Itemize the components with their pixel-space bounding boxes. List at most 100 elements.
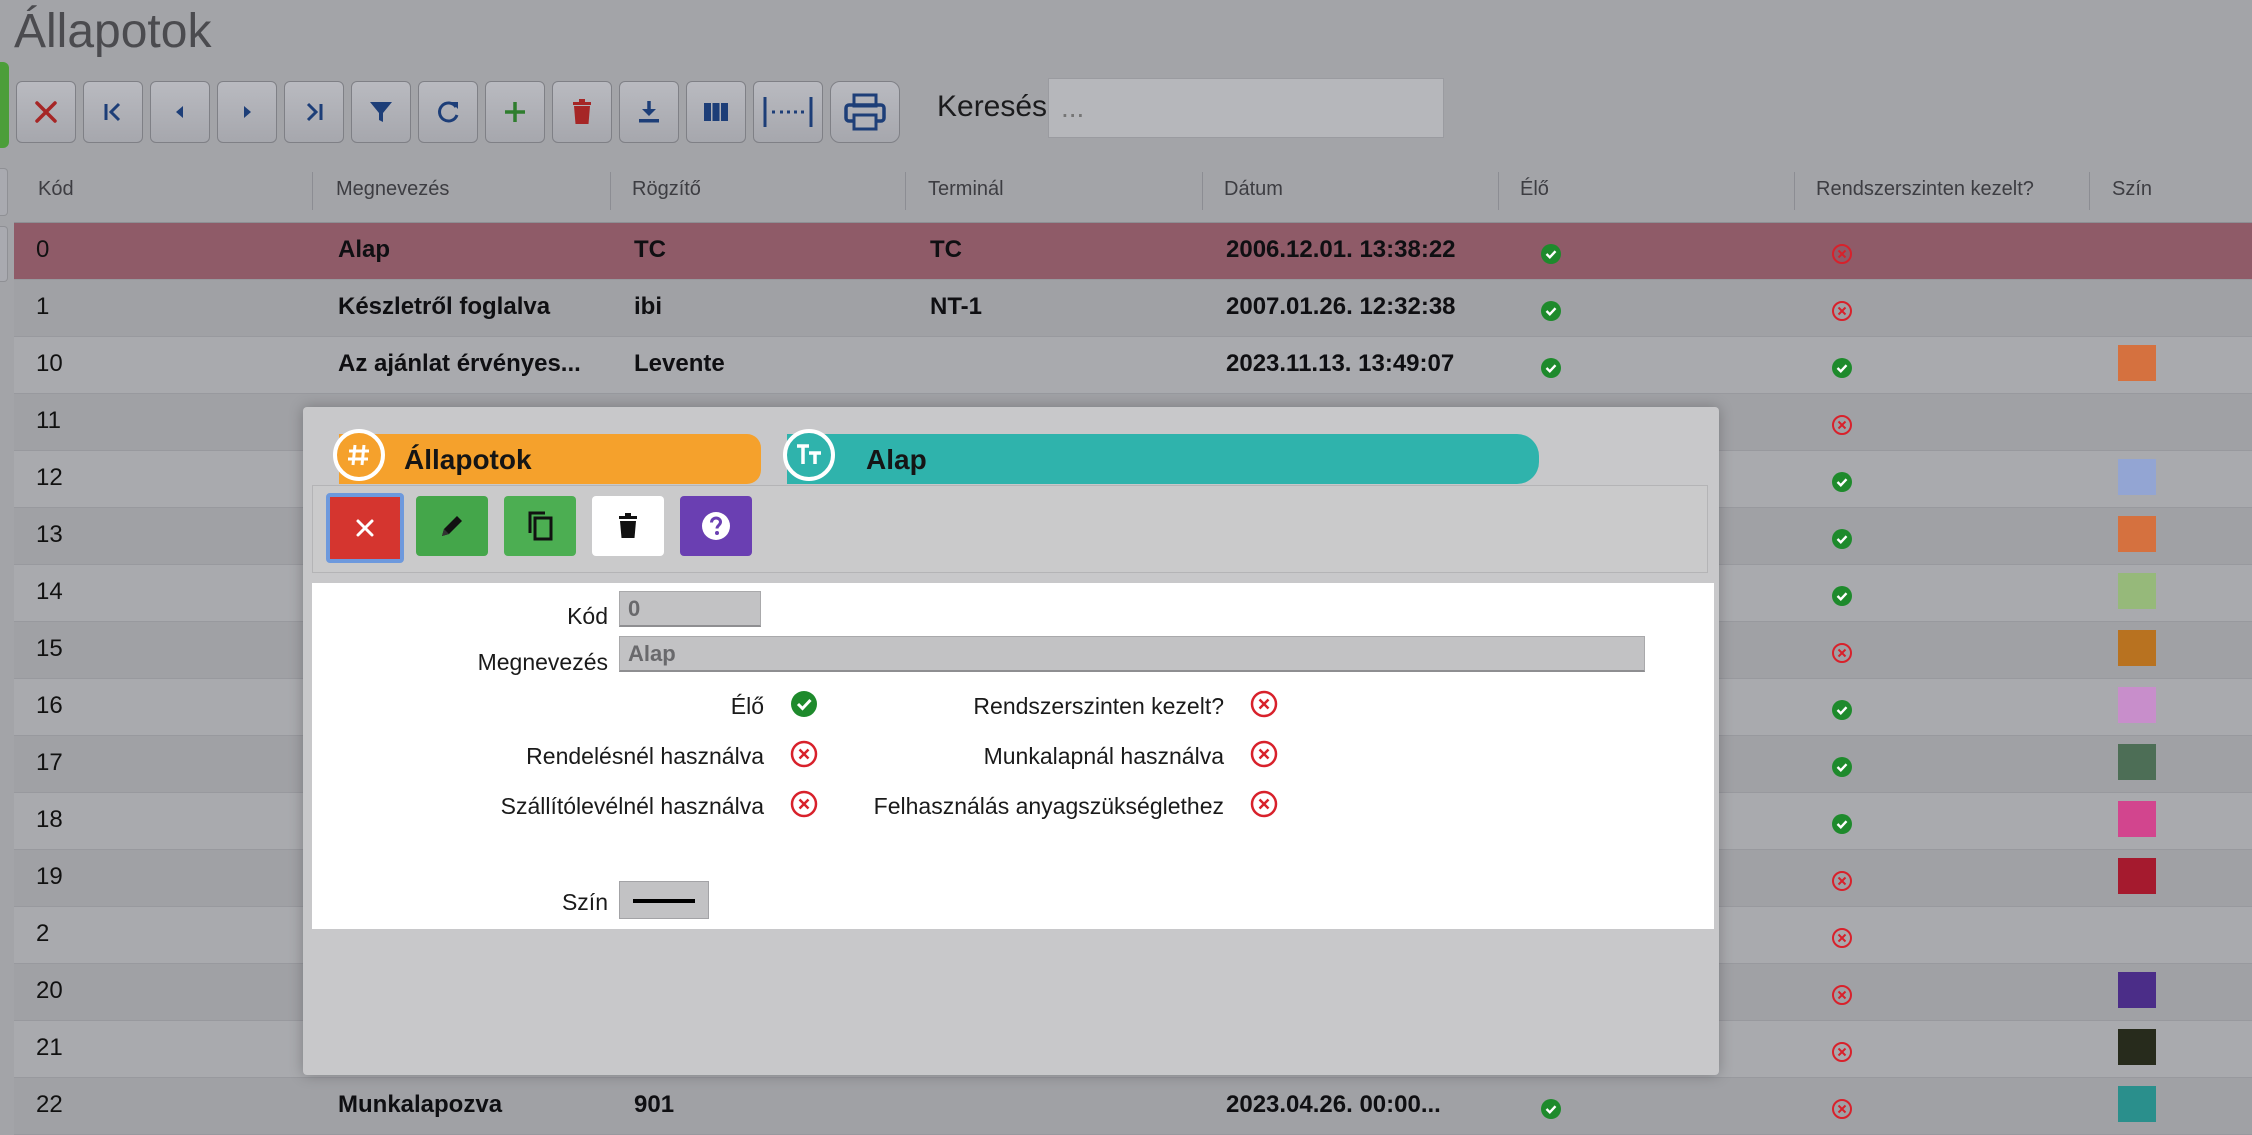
column-header-szin[interactable]: Szín	[2102, 178, 2152, 201]
cell-datum: 2006.12.01. 13:38:22	[1226, 236, 1456, 263]
cell-kod: 12	[36, 464, 63, 491]
megnevezes-field[interactable]: Alap	[619, 636, 1645, 672]
close-button[interactable]	[16, 81, 76, 143]
szallito-cross-icon[interactable]	[789, 789, 819, 819]
check-icon	[1831, 528, 1853, 555]
elo-check-icon[interactable]	[789, 689, 819, 719]
color-swatch	[2118, 687, 2156, 723]
first-page-button[interactable]	[83, 81, 143, 143]
cell-kod: 1	[36, 293, 50, 320]
color-swatch	[2118, 516, 2156, 552]
felhasznalas-cross-icon[interactable]	[1249, 789, 1279, 819]
column-separator[interactable]	[1498, 172, 1499, 210]
last-page-button[interactable]	[284, 81, 344, 143]
copy-icon	[528, 511, 553, 541]
cell-kod: 0	[36, 236, 50, 263]
edit-button[interactable]	[416, 496, 488, 556]
color-swatch	[2118, 459, 2156, 495]
table-row[interactable]: 1 Készletről foglalva ibi NT-1 2007.01.26. 1…	[14, 280, 2252, 337]
field-label-munkalap: Munkalapnál használva	[983, 743, 1224, 769]
table-row[interactable]: 10 Az ajánlat érvényes... Levente 2023.11.1…	[14, 337, 2252, 394]
dialog-form: Kód 0 Megnevezés Alap Élő Rendszerszinte…	[312, 583, 1714, 929]
table-row[interactable]: 22 Munkalapozva 901 2023.04.26. 00:00...	[14, 1078, 2252, 1135]
rendszerszinten-cross-icon[interactable]	[1249, 689, 1279, 719]
cell-rogzito: Levente	[634, 350, 725, 377]
cell-kod: 18	[36, 806, 63, 833]
columns-button[interactable]	[686, 81, 746, 143]
search-input[interactable]	[1048, 78, 1444, 138]
column-separator[interactable]	[1794, 172, 1795, 210]
fit-width-icon	[763, 97, 813, 127]
side-panel-handle[interactable]	[0, 62, 9, 148]
cross-icon	[1831, 414, 1853, 441]
column-header-elo[interactable]: Élő	[1510, 178, 1549, 201]
search-label: Keresés:	[937, 90, 1056, 123]
close-icon	[35, 101, 57, 123]
help-icon	[702, 512, 730, 540]
field-label-elo: Élő	[730, 693, 764, 719]
color-swatch	[2118, 345, 2156, 381]
print-button[interactable]	[830, 81, 900, 143]
field-label-rendeles: Rendelésnél használva	[526, 743, 764, 769]
add-button[interactable]	[485, 81, 545, 143]
delete-record-button[interactable]	[592, 496, 664, 556]
columns-icon	[704, 103, 728, 121]
cross-icon	[1831, 300, 1853, 327]
column-header-megnevezes[interactable]: Megnevezés	[326, 178, 449, 201]
kod-field[interactable]: 0	[619, 591, 761, 627]
column-separator[interactable]	[2089, 172, 2090, 210]
export-button[interactable]	[619, 81, 679, 143]
hash-icon	[333, 429, 385, 481]
cell-megnevezes: Alap	[338, 236, 391, 263]
column-header-datum[interactable]: Dátum	[1214, 178, 1283, 201]
color-swatch	[2118, 744, 2156, 780]
check-icon	[1540, 243, 1562, 270]
prev-button[interactable]	[150, 81, 210, 143]
help-button[interactable]	[680, 496, 752, 556]
color-swatch	[2118, 1029, 2156, 1065]
color-swatch	[2118, 630, 2156, 666]
table-row[interactable]: 0 Alap TC TC 2006.12.01. 13:38:22	[14, 223, 2252, 280]
side-tab[interactable]	[0, 226, 8, 282]
cell-rogzito: ibi	[634, 293, 662, 320]
check-icon	[1540, 357, 1562, 384]
cell-rogzito: TC	[634, 236, 666, 263]
check-icon	[1831, 357, 1853, 384]
copy-button[interactable]	[504, 496, 576, 556]
column-header-rendszerszinten[interactable]: Rendszerszinten kezelt?	[1806, 178, 2034, 201]
column-separator[interactable]	[905, 172, 906, 210]
column-header-kod[interactable]: Kód	[28, 178, 74, 201]
cross-icon	[1831, 243, 1853, 270]
record-title: Alap	[866, 444, 927, 475]
column-separator[interactable]	[312, 172, 313, 210]
column-separator[interactable]	[1202, 172, 1203, 210]
delete-button[interactable]	[552, 81, 612, 143]
filter-icon	[370, 102, 392, 122]
cell-kod: 22	[36, 1091, 63, 1118]
check-icon	[1831, 756, 1853, 783]
cell-kod: 21	[36, 1034, 63, 1061]
field-label-szallito: Szállítólevélnél használva	[500, 793, 764, 819]
fit-width-button[interactable]	[753, 81, 823, 143]
filter-button[interactable]	[351, 81, 411, 143]
rendeles-cross-icon[interactable]	[789, 739, 819, 769]
munkalap-cross-icon[interactable]	[1249, 739, 1279, 769]
check-icon	[1831, 699, 1853, 726]
entity-title-pill	[339, 434, 761, 484]
dialog-close-button[interactable]	[326, 493, 404, 563]
cell-kod: 20	[36, 977, 63, 1004]
cell-megnevezes: Az ajánlat érvényes...	[338, 350, 581, 377]
column-header-rogzito[interactable]: Rögzítő	[622, 178, 701, 201]
column-header-terminal[interactable]: Terminál	[918, 178, 1004, 201]
check-icon	[1831, 813, 1853, 840]
plus-icon	[505, 102, 525, 122]
side-tab[interactable]	[0, 168, 8, 216]
pencil-icon	[442, 516, 462, 536]
cross-icon	[1831, 1041, 1853, 1068]
color-swatch	[2118, 858, 2156, 894]
color-picker[interactable]	[619, 881, 709, 919]
next-button[interactable]	[217, 81, 277, 143]
refresh-button[interactable]	[418, 81, 478, 143]
column-separator[interactable]	[610, 172, 611, 210]
field-label-rendszerszinten: Rendszerszinten kezelt?	[973, 693, 1224, 719]
